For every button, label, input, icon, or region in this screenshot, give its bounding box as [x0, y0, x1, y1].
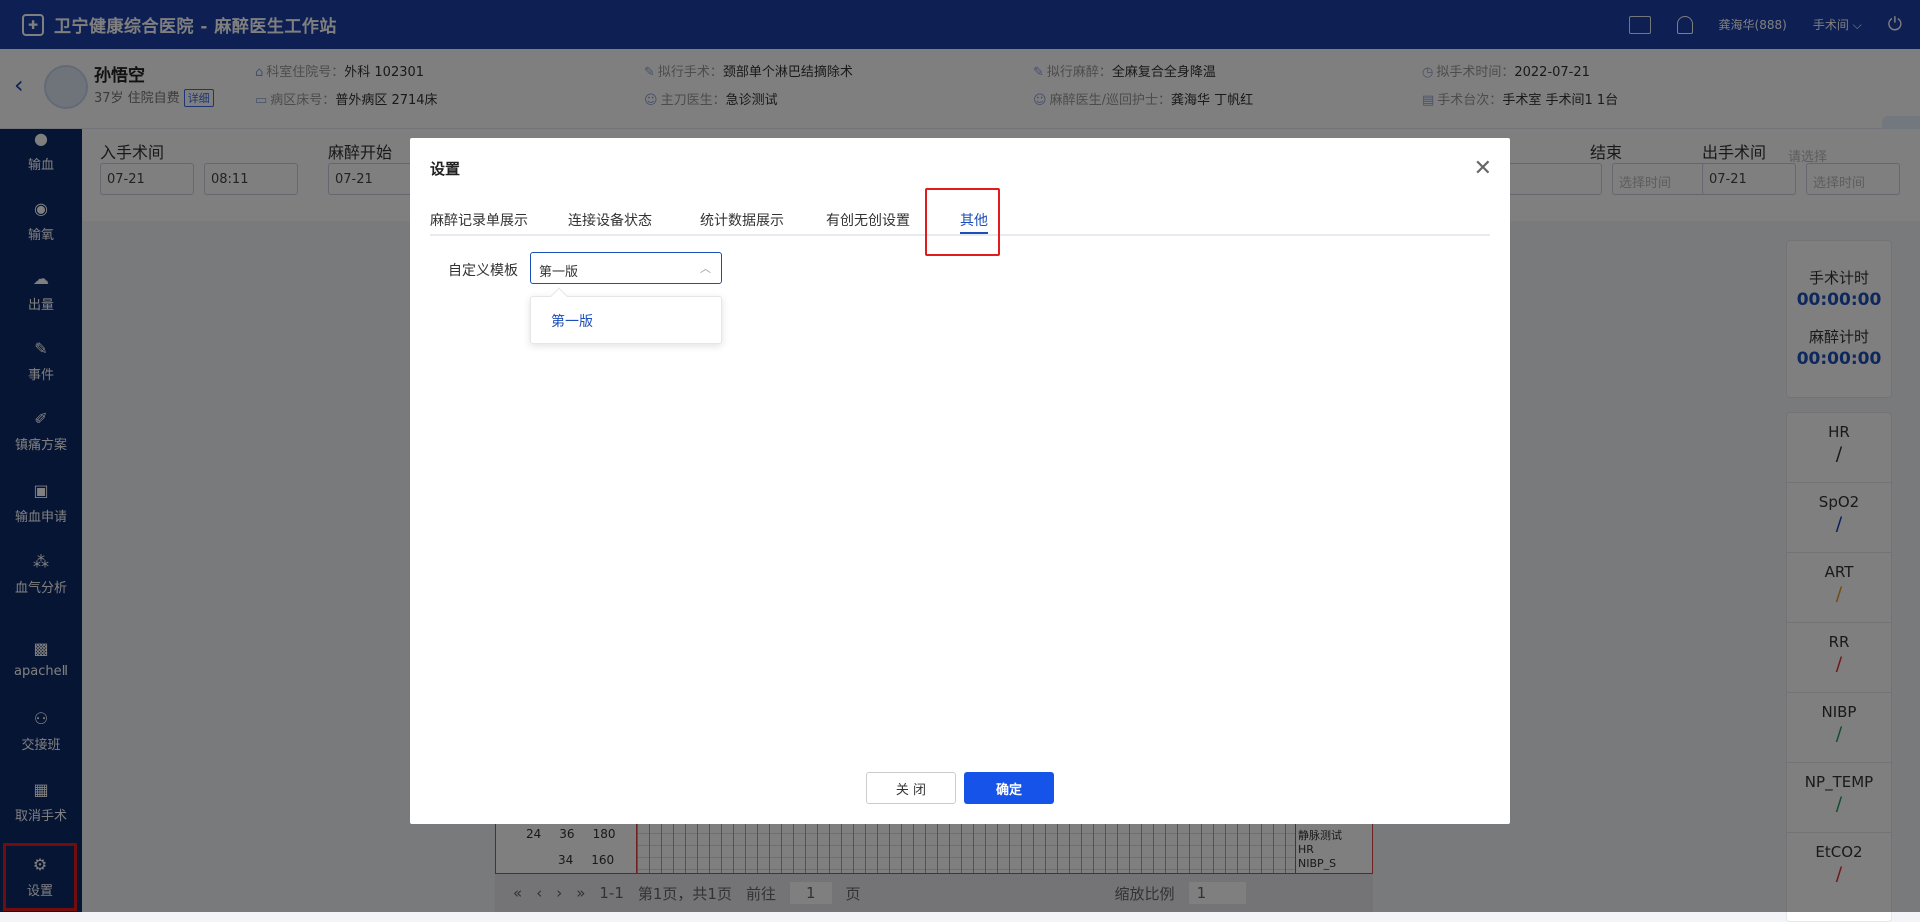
- tab-device-status[interactable]: 连接设备状态: [568, 210, 652, 230]
- settings-dialog: 设置 ✕ 麻醉记录单展示 连接设备状态 统计数据展示 有创无创设置 其他 自定义…: [410, 138, 1510, 824]
- tab-anesthesia-record[interactable]: 麻醉记录单展示: [430, 210, 528, 230]
- tab-statistics[interactable]: 统计数据展示: [700, 210, 784, 230]
- dialog-title: 设置: [430, 160, 461, 178]
- highlight-box: [925, 188, 1000, 256]
- close-button[interactable]: 关 闭: [866, 772, 956, 804]
- template-option[interactable]: 第一版: [531, 297, 721, 345]
- template-dropdown: 第一版: [530, 287, 722, 345]
- tab-invasive-settings[interactable]: 有创无创设置: [826, 210, 910, 230]
- template-select[interactable]: 第一版 ︿: [530, 252, 722, 284]
- confirm-button[interactable]: 确定: [964, 772, 1054, 804]
- custom-template-label: 自定义模板: [448, 263, 518, 279]
- chevron-up-icon: ︿: [700, 262, 711, 275]
- close-icon[interactable]: ✕: [1474, 156, 1492, 181]
